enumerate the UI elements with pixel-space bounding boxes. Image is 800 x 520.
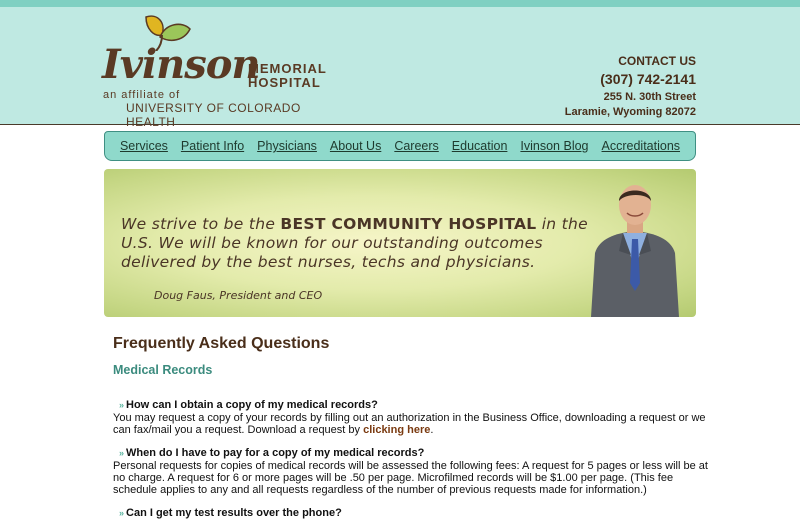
- hospital-logo[interactable]: Ivinson MEMORIAL HOSPITAL an affiliate o…: [100, 15, 350, 129]
- nav-item-education[interactable]: Education: [452, 139, 508, 153]
- faq-question-text: When do I have to pay for a copy of my m…: [126, 447, 425, 459]
- nav-item-physicians[interactable]: Physicians: [257, 139, 317, 153]
- hero-banner: We strive to be the BEST COMMUNITY HOSPI…: [104, 169, 696, 317]
- ceo-photo: [591, 185, 679, 317]
- logo-university-text: UNIVERSITY OF COLORADO HEALTH: [126, 101, 301, 129]
- bullet-icon: »: [119, 400, 125, 410]
- logo-memorial-text: MEMORIAL: [248, 61, 327, 76]
- faq-question-text: How can I obtain a copy of my medical re…: [126, 399, 378, 411]
- top-accent-bar: [0, 0, 800, 7]
- nav-item-services[interactable]: Services: [120, 139, 168, 153]
- faq-answer: You may request a copy of your records b…: [113, 412, 713, 436]
- quote-text-start: We strive to be the: [121, 215, 281, 233]
- contact-city: Laramie, Wyoming 82072: [564, 106, 696, 118]
- faq-item: » When do I have to pay for a copy of my …: [113, 447, 713, 496]
- section-title-medical-records: Medical Records: [113, 363, 213, 377]
- logo-hospital-text: HOSPITAL: [248, 75, 321, 90]
- bullet-icon: »: [119, 448, 125, 458]
- logo-affiliate-text: an affiliate of: [103, 89, 181, 101]
- site-header: Ivinson MEMORIAL HOSPITAL an affiliate o…: [0, 7, 800, 129]
- contact-street: 255 N. 30th Street: [603, 91, 696, 103]
- contact-phone[interactable]: (307) 742-2141: [565, 70, 696, 88]
- main-content: Frequently Asked Questions Medical Recor…: [113, 333, 713, 519]
- banner-quote: We strive to be the BEST COMMUNITY HOSPI…: [121, 215, 591, 272]
- download-request-link[interactable]: clicking here: [363, 424, 430, 436]
- nav-item-ivinson-blog[interactable]: Ivinson Blog: [520, 139, 588, 153]
- quote-attribution: Doug Faus, President and CEO: [154, 289, 323, 302]
- contact-block: CONTACT US (307) 742-2141 255 N. 30th St…: [565, 54, 696, 120]
- faq-question[interactable]: » How can I obtain a copy of my medical r…: [113, 399, 713, 412]
- faq-item: » Can I get my test results over the phon…: [113, 507, 713, 520]
- faq-question[interactable]: » When do I have to pay for a copy of my …: [113, 447, 713, 460]
- contact-label[interactable]: CONTACT US: [565, 54, 696, 68]
- logo-wordmark: Ivinson: [102, 41, 261, 88]
- nav-item-careers[interactable]: Careers: [394, 139, 438, 153]
- nav-item-accreditations[interactable]: Accreditations: [602, 139, 681, 153]
- faq-item: » How can I obtain a copy of my medical r…: [113, 399, 713, 436]
- logo-memorial-hospital: MEMORIAL HOSPITAL: [248, 62, 327, 90]
- nav-item-patient-info[interactable]: Patient Info: [181, 139, 244, 153]
- faq-question[interactable]: » Can I get my test results over the phon…: [113, 507, 713, 520]
- nav-item-about-us[interactable]: About Us: [330, 139, 381, 153]
- quote-text-bold: BEST COMMUNITY HOSPITAL: [280, 215, 537, 233]
- bullet-icon: »: [119, 508, 125, 518]
- main-nav: Services Patient Info Physicians About U…: [104, 131, 696, 161]
- page-title: Frequently Asked Questions: [113, 335, 330, 352]
- faq-question-text: Can I get my test results over the phone…: [126, 507, 342, 519]
- faq-answer: Personal requests for copies of medical …: [113, 460, 708, 496]
- faq-answer-end: .: [430, 424, 434, 436]
